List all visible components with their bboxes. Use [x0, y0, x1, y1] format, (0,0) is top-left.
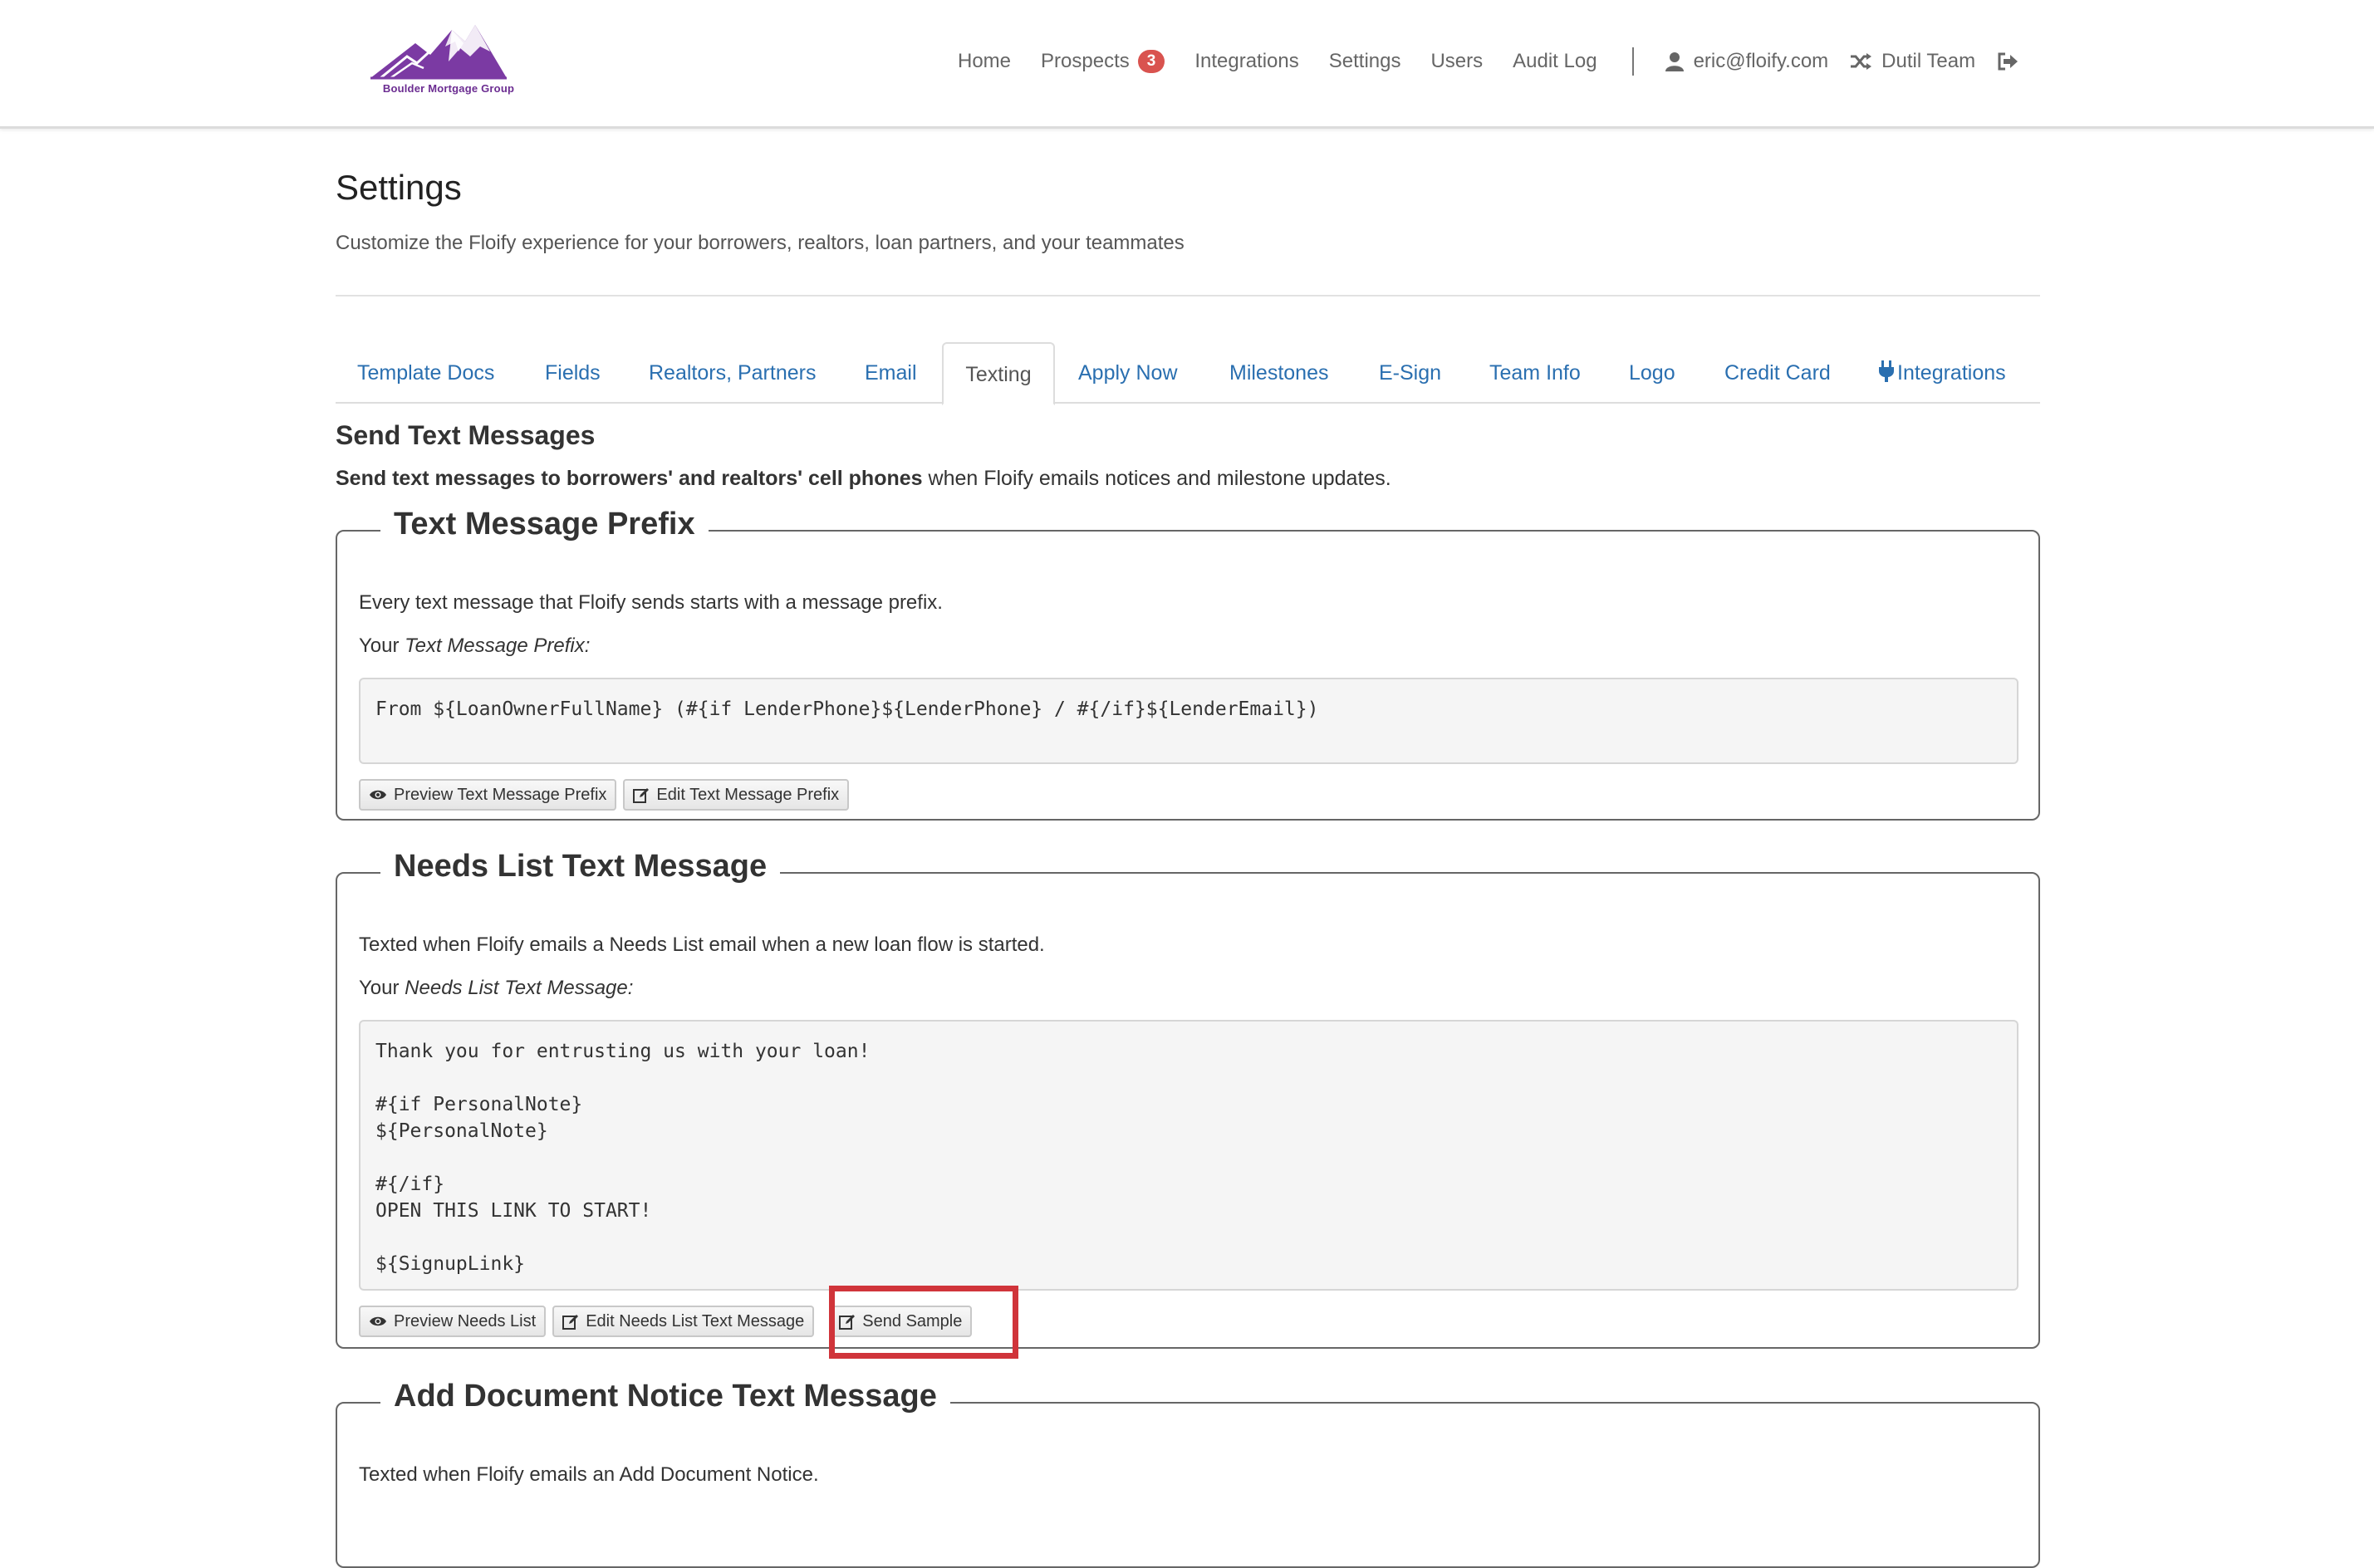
edit-icon	[633, 788, 650, 803]
add-document-notice-description: Texted when Floify emails an Add Documen…	[359, 1463, 819, 1486]
nav-settings[interactable]: Settings	[1329, 50, 1401, 73]
nav-audit-log[interactable]: Audit Log	[1513, 50, 1597, 73]
eye-icon	[370, 1316, 386, 1326]
prefix-your-label: Your Text Message Prefix:	[359, 635, 590, 658]
nav-home[interactable]: Home	[958, 50, 1011, 73]
tab-template-docs[interactable]: Template Docs	[357, 342, 494, 404]
tab-credit-card[interactable]: Credit Card	[1724, 342, 1831, 404]
nav-users[interactable]: Users	[1430, 50, 1483, 73]
edit-icon	[839, 1315, 856, 1330]
prefix-your-label-em: Text Message Prefix:	[405, 635, 591, 657]
tab-apply-now[interactable]: Apply Now	[1078, 342, 1178, 404]
main-nav: Home Prospects 3 Integrations Settings Us…	[958, 45, 2028, 78]
settings-tabs: Template Docs Fields Realtors, Partners …	[336, 342, 2040, 405]
sign-out-icon	[1998, 52, 2018, 71]
user-menu[interactable]: eric@floify.com	[1665, 50, 1829, 73]
page-subtitle: Customize the Floify experience for your…	[336, 232, 1185, 254]
section-description-rest: when Floify emails notices and milestone…	[922, 467, 1391, 490]
prefix-button-row: Preview Text Message Prefix Edit Text Me…	[359, 779, 856, 811]
nav-prospects[interactable]: Prospects 3	[1041, 50, 1165, 73]
nav-prospects-label: Prospects	[1041, 50, 1130, 72]
needs-list-your-label-em: Needs List Text Message:	[405, 977, 634, 999]
section-description: Send text messages to borrowers' and rea…	[336, 467, 1391, 491]
eye-icon	[370, 790, 386, 800]
user-email: eric@floify.com	[1693, 50, 1829, 72]
nav-divider	[1631, 47, 1634, 76]
tab-milestones[interactable]: Milestones	[1229, 342, 1329, 404]
add-document-notice-panel: Add Document Notice Text Message Texted …	[336, 1379, 2040, 1568]
edit-icon	[562, 1315, 579, 1330]
tab-realtors-partners[interactable]: Realtors, Partners	[649, 342, 816, 404]
needs-list-panel: Needs List Text Message Texted when Floi…	[336, 849, 2040, 1349]
top-navbar: Boulder Mortgage Group Home Prospects 3 I…	[0, 0, 2374, 129]
tab-integrations[interactable]: Integrations	[1879, 342, 2006, 404]
needs-list-button-row: Preview Needs List Edit Needs List Text …	[359, 1306, 979, 1337]
prefix-code-box: From ${LoanOwnerFullName} (#{if LenderPh…	[359, 678, 2018, 764]
needs-list-code-box: Thank you for entrusting us with your lo…	[359, 1020, 2018, 1291]
sign-out-button[interactable]	[1997, 51, 2028, 71]
section-title: Send Text Messages	[336, 420, 596, 450]
needs-list-legend: Needs List Text Message	[380, 849, 781, 884]
plug-icon	[1879, 360, 1894, 382]
tab-e-sign[interactable]: E-Sign	[1379, 342, 1441, 404]
logo-text: Boulder Mortgage Group	[382, 82, 515, 95]
mountain-logo-icon	[370, 25, 507, 80]
preview-needs-list-label: Preview Needs List	[394, 1312, 537, 1330]
text-message-prefix-panel: Text Message Prefix Every text message t…	[336, 507, 2040, 821]
tab-fields[interactable]: Fields	[545, 342, 601, 404]
edit-prefix-button[interactable]: Edit Text Message Prefix	[623, 779, 850, 811]
edit-needs-list-label: Edit Needs List Text Message	[586, 1312, 805, 1330]
brand-logo[interactable]: Boulder Mortgage Group	[365, 18, 532, 101]
preview-needs-list-button[interactable]: Preview Needs List	[359, 1306, 547, 1337]
edit-needs-list-button[interactable]: Edit Needs List Text Message	[552, 1306, 815, 1337]
tab-logo[interactable]: Logo	[1629, 342, 1675, 404]
edit-prefix-label: Edit Text Message Prefix	[656, 786, 840, 804]
send-sample-label: Send Sample	[862, 1312, 963, 1330]
preview-prefix-button[interactable]: Preview Text Message Prefix	[359, 779, 617, 811]
text-message-prefix-legend: Text Message Prefix	[380, 507, 709, 542]
tab-email[interactable]: Email	[865, 342, 917, 404]
send-sample-button[interactable]: Send Sample	[829, 1306, 973, 1337]
section-description-bold: Send text messages to borrowers' and rea…	[336, 467, 923, 490]
tab-texting[interactable]: Texting	[942, 342, 1055, 405]
team-name: Dutil Team	[1881, 50, 1976, 72]
prefix-your-label-prefix: Your	[359, 635, 405, 657]
prospects-count-badge: 3	[1137, 50, 1165, 73]
user-icon	[1665, 52, 1684, 71]
nav-integrations[interactable]: Integrations	[1194, 50, 1298, 73]
team-switcher[interactable]: Dutil Team	[1850, 50, 1975, 73]
needs-list-description: Texted when Floify emails a Needs List e…	[359, 933, 1045, 956]
page-title: Settings	[336, 168, 462, 207]
header-divider	[336, 295, 2040, 296]
add-document-notice-legend: Add Document Notice Text Message	[380, 1379, 950, 1414]
preview-prefix-label: Preview Text Message Prefix	[394, 786, 607, 804]
needs-list-your-label-prefix: Your	[359, 977, 405, 999]
shuffle-icon	[1851, 53, 1872, 70]
tab-integrations-label: Integrations	[1897, 361, 2006, 385]
tab-team-info[interactable]: Team Info	[1489, 342, 1581, 404]
needs-list-your-label: Your Needs List Text Message:	[359, 977, 633, 1000]
prefix-description: Every text message that Floify sends sta…	[359, 591, 943, 614]
